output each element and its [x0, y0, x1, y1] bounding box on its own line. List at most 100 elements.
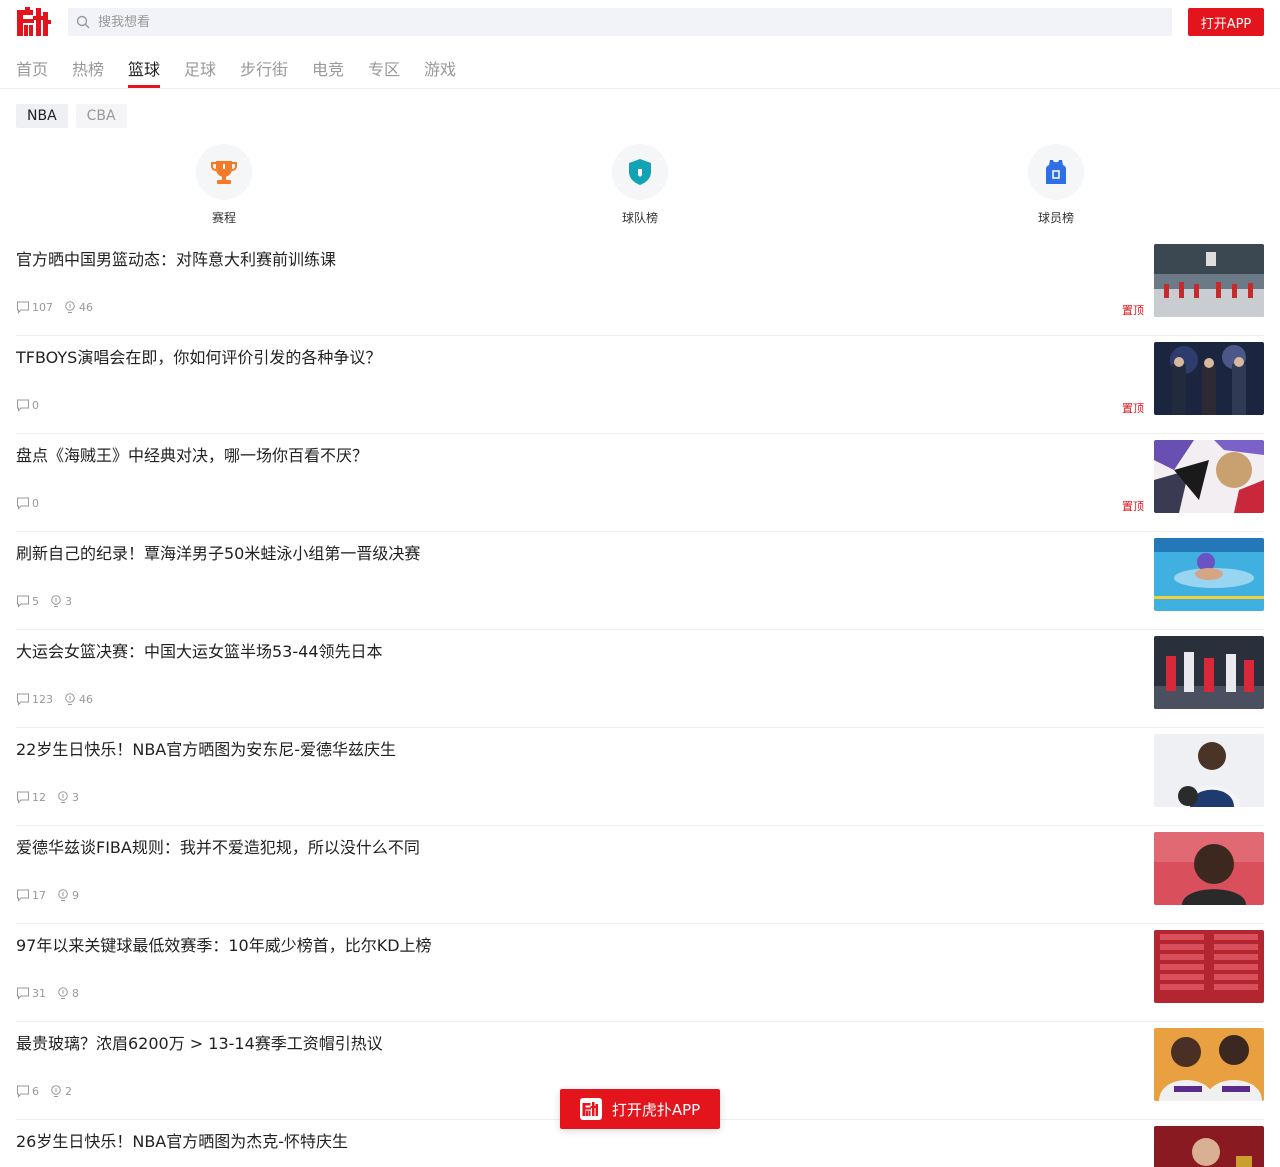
comment-icon — [17, 595, 29, 608]
post-title[interactable]: 大运会女篮决赛：中国大运女篮半场53-44领先日本 — [16, 638, 1116, 662]
post-meta: 17 9 — [16, 888, 89, 902]
light-bulb-icon — [65, 301, 75, 313]
post-thumbnail[interactable] — [1154, 244, 1264, 317]
nav-item-home[interactable]: 首页 — [16, 56, 48, 88]
comment-icon — [17, 301, 29, 314]
jersey-icon — [1046, 160, 1066, 184]
light-count: 46 — [79, 692, 93, 706]
comment-count: 0 — [32, 496, 39, 510]
nav-item-hot[interactable]: 热榜 — [72, 56, 104, 88]
post-thumbnail[interactable] — [1154, 734, 1264, 807]
comment-count: 12 — [32, 790, 46, 804]
hupu-logo-icon — [579, 1098, 602, 1120]
post-list: 官方晒中国男篮动态：对阵意大利赛前训练课 107 46 置顶 TFBOYS演唱会… — [0, 238, 1280, 1167]
post-meta: 12 3 — [16, 790, 89, 804]
nav-item-basketball[interactable]: 篮球 — [128, 56, 161, 88]
post-meta: 0 — [16, 496, 49, 510]
comment-count: 5 — [32, 594, 39, 608]
light-bulb-icon — [58, 889, 68, 901]
comment-count: 17 — [32, 888, 46, 902]
post-thumbnail[interactable] — [1154, 832, 1264, 905]
comment-icon — [17, 693, 29, 706]
tab-nba[interactable]: NBA — [16, 104, 68, 128]
light-bulb-icon — [58, 987, 68, 999]
nav-item-zone[interactable]: 专区 — [368, 56, 400, 88]
nav-item-games[interactable]: 游戏 — [424, 56, 456, 88]
post-meta: 6 2 — [16, 1084, 82, 1098]
comment-count: 123 — [32, 692, 53, 706]
comment-icon — [17, 791, 29, 804]
post-title[interactable]: 97年以来关键球最低效赛季：10年威少榜首，比尔KD上榜 — [16, 932, 1116, 956]
light-count: 8 — [72, 986, 79, 1000]
post-title[interactable]: TFBOYS演唱会在即，你如何评价引发的各种争议？ — [16, 344, 1116, 368]
light-count: 46 — [79, 300, 93, 314]
post-title[interactable]: 最贵玻璃？浓眉6200万 > 13-14赛季工资帽引热议 — [16, 1030, 1116, 1054]
search-input[interactable] — [98, 14, 998, 30]
post-title[interactable]: 盘点《海贼王》中经典对决，哪一场你百看不厌？ — [16, 442, 1116, 466]
comment-count: 31 — [32, 986, 46, 1000]
open-hupu-app-button[interactable]: 打开虎扑APP — [560, 1089, 720, 1129]
tab-cba[interactable]: CBA — [75, 104, 127, 128]
post-title[interactable]: 22岁生日快乐！NBA官方晒图为安东尼-爱德华兹庆生 — [16, 736, 1116, 760]
light-count: 9 — [72, 888, 79, 902]
post-thumbnail[interactable] — [1154, 342, 1264, 415]
list-item[interactable]: 爱德华兹谈FIBA规则：我并不爱造犯规，所以没什么不同 17 9 — [16, 826, 1264, 924]
quick-link-player-rank[interactable]: 球员榜 — [1016, 144, 1096, 226]
league-tabs: NBA CBA — [16, 104, 135, 128]
post-thumbnail[interactable] — [1154, 440, 1264, 513]
comment-icon — [17, 889, 29, 902]
top-header: 打开APP — [0, 0, 1280, 44]
nav-item-street[interactable]: 步行街 — [240, 56, 288, 88]
pinned-badge: 置顶 — [1122, 304, 1144, 317]
list-item[interactable]: 97年以来关键球最低效赛季：10年威少榜首，比尔KD上榜 31 8 — [16, 924, 1264, 1022]
open-app-button[interactable]: 打开APP — [1188, 8, 1264, 36]
post-meta: 107 46 — [16, 300, 103, 314]
list-item[interactable]: TFBOYS演唱会在即，你如何评价引发的各种争议？ 0 置顶 — [16, 336, 1264, 434]
post-meta: 0 — [16, 398, 49, 412]
pinned-badge: 置顶 — [1122, 402, 1144, 415]
trophy-icon — [211, 161, 237, 184]
quick-link-label: 球员榜 — [1037, 211, 1074, 225]
comment-icon — [17, 987, 29, 1000]
comment-count: 0 — [32, 398, 39, 412]
light-count: 3 — [72, 790, 79, 804]
post-title[interactable]: 26岁生日快乐！NBA官方晒图为杰克-怀特庆生 — [16, 1128, 1116, 1152]
quick-link-label: 赛程 — [211, 211, 236, 225]
light-bulb-icon — [58, 791, 68, 803]
list-item[interactable]: 22岁生日快乐！NBA官方晒图为安东尼-爱德华兹庆生 12 3 — [16, 728, 1264, 826]
comment-count: 107 — [32, 300, 53, 314]
nav-item-esports[interactable]: 电竞 — [312, 56, 344, 88]
comment-icon — [17, 399, 29, 412]
shield-icon — [629, 159, 651, 185]
light-count: 2 — [65, 1084, 72, 1098]
comment-icon — [17, 497, 29, 510]
search-icon — [76, 15, 90, 29]
post-thumbnail[interactable] — [1154, 1126, 1264, 1167]
comment-count: 6 — [32, 1084, 39, 1098]
list-item[interactable]: 大运会女篮决赛：中国大运女篮半场53-44领先日本 123 46 — [16, 630, 1264, 728]
comment-icon — [17, 1085, 29, 1098]
post-thumbnail[interactable] — [1154, 636, 1264, 709]
main-nav: 首页 热榜 篮球 足球 步行街 电竞 专区 游戏 — [0, 48, 1280, 89]
list-item[interactable]: 官方晒中国男篮动态：对阵意大利赛前训练课 107 46 置顶 — [16, 238, 1264, 336]
light-bulb-icon — [51, 1085, 61, 1097]
list-item[interactable]: 刷新自己的纪录！覃海洋男子50米蛙泳小组第一晋级决赛 5 3 — [16, 532, 1264, 630]
quick-link-schedule[interactable]: 赛程 — [184, 144, 264, 226]
post-title[interactable]: 官方晒中国男篮动态：对阵意大利赛前训练课 — [16, 246, 1116, 270]
list-item[interactable]: 盘点《海贼王》中经典对决，哪一场你百看不厌？ 0 置顶 — [16, 434, 1264, 532]
search-bar[interactable] — [68, 8, 1172, 36]
light-bulb-icon — [65, 693, 75, 705]
nav-item-football[interactable]: 足球 — [184, 56, 216, 88]
hupu-logo-icon[interactable] — [16, 6, 52, 38]
post-title[interactable]: 爱德华兹谈FIBA规则：我并不爱造犯规，所以没什么不同 — [16, 834, 1116, 858]
post-thumbnail[interactable] — [1154, 538, 1264, 611]
quick-link-team-rank[interactable]: 球队榜 — [600, 144, 680, 226]
post-meta: 5 3 — [16, 594, 82, 608]
open-hupu-app-label: 打开虎扑APP — [611, 1100, 701, 1119]
post-thumbnail[interactable] — [1154, 930, 1264, 1003]
light-bulb-icon — [51, 595, 61, 607]
post-title[interactable]: 刷新自己的纪录！覃海洋男子50米蛙泳小组第一晋级决赛 — [16, 540, 1116, 564]
post-meta: 31 8 — [16, 986, 89, 1000]
post-thumbnail[interactable] — [1154, 1028, 1264, 1101]
pinned-badge: 置顶 — [1122, 500, 1144, 513]
